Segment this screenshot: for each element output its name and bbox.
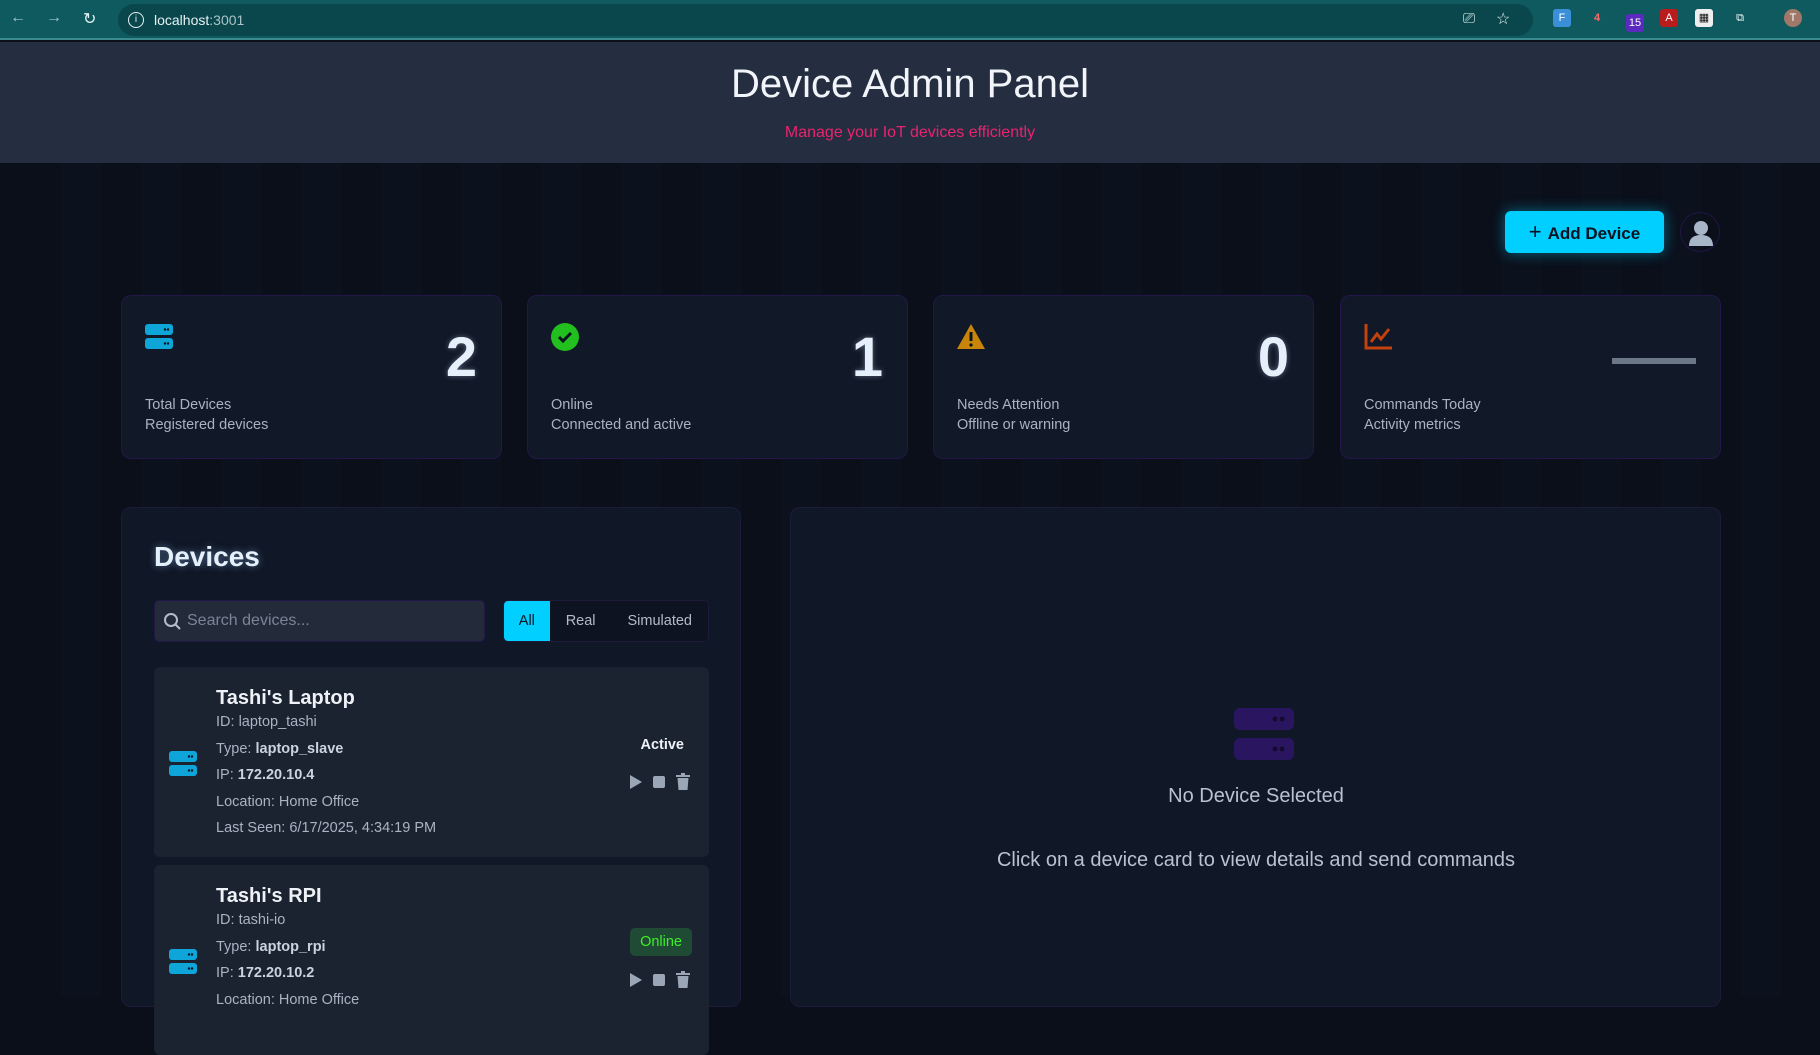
- device-ip: IP: 172.20.10.2: [216, 965, 314, 981]
- filter-real[interactable]: Real: [550, 601, 612, 641]
- extension-badge-icon[interactable]: 4: [1588, 9, 1606, 27]
- install-icon[interactable]: ⎚: [1463, 10, 1475, 27]
- type-label: Type:: [216, 939, 256, 955]
- url-host: localhost: [154, 12, 210, 28]
- search-input[interactable]: [187, 601, 477, 641]
- stat-sublabel: Offline or warning: [957, 417, 1071, 433]
- trash-icon[interactable]: [675, 773, 691, 791]
- stop-icon[interactable]: [652, 973, 666, 987]
- pdf-extension-icon[interactable]: A: [1660, 9, 1678, 27]
- filter-tabs: All Real Simulated: [503, 600, 709, 642]
- server-icon: [169, 949, 197, 974]
- browser-toolbar: ← → ↻ i localhost:3001 ⎚ ☆ F 4 15 A ▦ ⧉ …: [0, 0, 1820, 40]
- device-last-seen: Last Seen: 6/17/2025, 4:34:19 PM: [216, 820, 437, 836]
- device-card[interactable]: Tashi's RPI ID: tashi-io Type: laptop_rp…: [154, 865, 709, 1055]
- id-value: laptop_tashi: [238, 714, 317, 730]
- status-badge: Active: [640, 737, 684, 753]
- user-avatar[interactable]: [1680, 212, 1720, 252]
- user-icon: [1689, 221, 1713, 246]
- main-content: + Add Device 2 Total Devices Registered d…: [21, 163, 1820, 1055]
- add-device-label: Add Device: [1547, 224, 1641, 243]
- stat-label: Online: [551, 397, 593, 413]
- page-title: Device Admin Panel: [731, 62, 1089, 106]
- stat-label: Commands Today: [1364, 397, 1481, 413]
- server-icon: [145, 324, 173, 349]
- stop-icon[interactable]: [652, 775, 666, 789]
- play-icon[interactable]: [629, 972, 643, 988]
- stat-card-needs-attention: 0 Needs Attention Offline or warning: [933, 295, 1314, 459]
- reload-icon[interactable]: ↻: [83, 9, 96, 29]
- filter-simulated[interactable]: Simulated: [612, 601, 708, 641]
- device-id: ID: laptop_tashi: [216, 714, 317, 730]
- device-location: Location: Home Office: [216, 794, 360, 810]
- extension-badge-icon[interactable]: 15: [1626, 14, 1644, 32]
- device-name: Tashi's RPI: [216, 885, 322, 907]
- stat-sublabel: Registered devices: [145, 417, 269, 433]
- ip-label: IP:: [216, 767, 238, 783]
- search-box[interactable]: [154, 600, 485, 642]
- device-actions: [629, 773, 691, 791]
- check-circle-icon: [551, 323, 579, 351]
- extensions-puzzle-icon[interactable]: ⧉: [1731, 9, 1749, 27]
- type-value: laptop_rpi: [255, 939, 326, 955]
- stat-label: Total Devices: [145, 397, 232, 413]
- device-actions: [629, 971, 691, 989]
- play-icon[interactable]: [629, 774, 643, 790]
- trash-icon[interactable]: [675, 971, 691, 989]
- device-location: Location: Home Office: [216, 992, 360, 1008]
- page-subtitle: Manage your IoT devices efficiently: [784, 124, 1036, 141]
- ip-value: 172.20.10.2: [237, 965, 315, 981]
- forward-icon[interactable]: →: [46, 9, 62, 27]
- qr-extension-icon[interactable]: ▦: [1695, 9, 1713, 27]
- url-port: :3001: [209, 12, 245, 28]
- device-type: Type: laptop_rpi: [216, 939, 326, 955]
- extension-icon[interactable]: F: [1553, 9, 1571, 27]
- stat-card-online: 1 Online Connected and active: [527, 295, 908, 459]
- stat-card-total-devices: 2 Total Devices Registered devices: [121, 295, 502, 459]
- type-value: laptop_slave: [255, 741, 344, 757]
- chart-line-icon: [1364, 324, 1392, 350]
- empty-state-text: Click on a device card to view details a…: [996, 849, 1516, 871]
- stat-value: —: [1612, 323, 1696, 390]
- stat-card-commands-today: — Commands Today Activity metrics: [1340, 295, 1721, 459]
- plus-icon: +: [1528, 219, 1542, 244]
- back-icon[interactable]: ←: [10, 9, 26, 27]
- url-text: localhost:3001: [154, 12, 244, 28]
- add-device-button[interactable]: + Add Device: [1505, 211, 1664, 253]
- device-card[interactable]: Tashi's Laptop ID: laptop_tashi Type: la…: [154, 667, 709, 857]
- empty-state-title: No Device Selected: [1168, 785, 1344, 807]
- status-badge: Online: [630, 928, 692, 956]
- ip-value: 172.20.10.4: [237, 767, 315, 783]
- ip-label: IP:: [216, 965, 238, 981]
- stat-sublabel: Activity metrics: [1364, 417, 1461, 433]
- info-icon[interactable]: i: [128, 12, 144, 28]
- id-value: tashi-io: [238, 912, 286, 928]
- id-label: ID:: [216, 912, 239, 928]
- filter-all[interactable]: All: [504, 601, 550, 641]
- server-icon: [1234, 708, 1294, 760]
- address-bar[interactable]: i localhost:3001 ⎚ ☆: [118, 4, 1533, 36]
- device-name: Tashi's Laptop: [216, 687, 355, 709]
- warning-icon: [957, 324, 985, 349]
- profile-avatar[interactable]: T: [1784, 9, 1802, 27]
- stat-value: 1: [851, 325, 883, 388]
- id-label: ID:: [216, 714, 239, 730]
- device-type: Type: laptop_slave: [216, 741, 343, 757]
- type-label: Type:: [216, 741, 256, 757]
- server-icon: [169, 751, 197, 776]
- bookmark-star-icon[interactable]: ☆: [1496, 9, 1510, 29]
- stat-sublabel: Connected and active: [551, 417, 692, 433]
- devices-title: Devices: [154, 541, 260, 572]
- search-icon: [164, 613, 181, 630]
- device-ip: IP: 172.20.10.4: [216, 767, 314, 783]
- device-detail-panel: No Device Selected Click on a device car…: [790, 507, 1721, 1007]
- stat-value: 2: [445, 325, 477, 388]
- stat-label: Needs Attention: [957, 397, 1060, 413]
- stat-value: 0: [1257, 325, 1289, 388]
- devices-panel: Devices All Real Simulated Tashi's Lapto…: [121, 507, 741, 1055]
- device-id: ID: tashi-io: [216, 912, 285, 928]
